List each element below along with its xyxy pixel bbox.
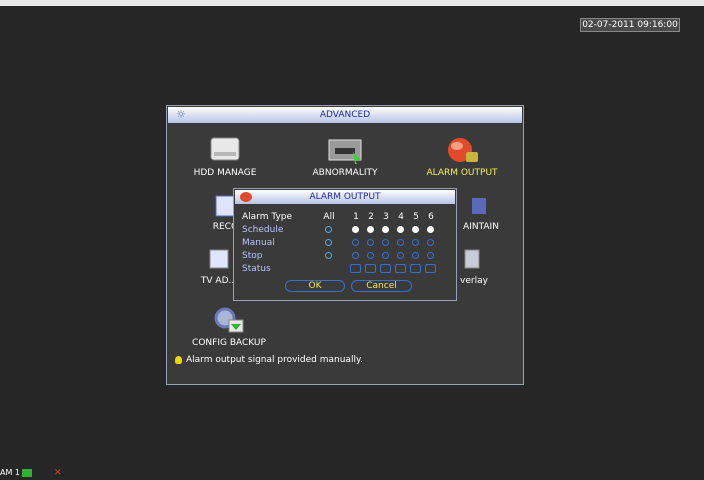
- stop-ch6-radio[interactable]: [427, 252, 434, 259]
- alarm-output-title: ALARM OUTPUT: [309, 192, 381, 202]
- alarm-output-item[interactable]: ALARM OUTPUT: [412, 134, 512, 178]
- status-ch6-indicator: [425, 264, 436, 273]
- hdd-manage-item[interactable]: HDD MANAGE: [185, 134, 265, 178]
- maintain-icon: [472, 198, 486, 214]
- schedule-ch5-radio[interactable]: [412, 226, 419, 233]
- datetime-display: 02-07-2011 09:16:00: [580, 18, 680, 32]
- alarm-status-icon: ✕: [54, 468, 62, 478]
- bulb-icon: [175, 355, 182, 364]
- ok-button[interactable]: OK: [285, 280, 345, 292]
- column-all-header: All: [323, 212, 335, 222]
- schedule-ch4-radio[interactable]: [397, 226, 404, 233]
- advanced-title: ADVANCED: [319, 110, 371, 120]
- top-border: [0, 0, 704, 6]
- status-ch4-indicator: [395, 264, 406, 273]
- stop-ch1-radio[interactable]: [352, 252, 359, 259]
- status-label: Status: [242, 264, 271, 274]
- schedule-ch2-radio[interactable]: [367, 226, 374, 233]
- schedule-ch1-radio[interactable]: [352, 226, 359, 233]
- status-ch5-indicator: [410, 264, 421, 273]
- status-ch3-indicator: [380, 264, 391, 273]
- menu-logo-icon: ☼: [176, 108, 186, 121]
- manual-all-radio[interactable]: [325, 239, 332, 246]
- manual-ch2-radio[interactable]: [367, 239, 374, 246]
- alarm-type-label: Alarm Type: [242, 212, 293, 222]
- channel-label: AM 1: [0, 468, 21, 477]
- config-backup-item[interactable]: CONFIG BACKUP: [181, 304, 277, 348]
- manual-ch1-radio[interactable]: [352, 239, 359, 246]
- abnormality-item[interactable]: ABNORMALITY: [300, 134, 390, 178]
- schedule-ch3-radio[interactable]: [382, 226, 389, 233]
- status-ch2-indicator: [365, 264, 376, 273]
- manual-label: Manual: [242, 238, 275, 248]
- column-6-header: 6: [428, 212, 434, 222]
- channel-status: AM 1: [0, 468, 33, 477]
- alarm-output-title-bar: ALARM OUTPUT: [235, 190, 455, 204]
- column-5-header: 5: [413, 212, 419, 222]
- manual-ch3-radio[interactable]: [382, 239, 389, 246]
- status-ch1-indicator: [350, 264, 361, 273]
- column-2-header: 2: [368, 212, 374, 222]
- column-3-header: 3: [383, 212, 389, 222]
- schedule-all-radio[interactable]: [325, 226, 332, 233]
- alarm-icon: [240, 192, 252, 202]
- tv-adjust-icon: [209, 249, 229, 269]
- abnormality-icon: [328, 139, 362, 164]
- maintain-item[interactable]: AINTAIN: [455, 194, 507, 232]
- overlay-item[interactable]: verlay: [453, 248, 495, 286]
- stop-ch3-radio[interactable]: [382, 252, 389, 259]
- alarm-output-dialog: ALARM OUTPUT Alarm Type Schedule Manual …: [233, 188, 457, 301]
- manual-ch5-radio[interactable]: [412, 239, 419, 246]
- stop-ch4-radio[interactable]: [397, 252, 404, 259]
- column-1-header: 1: [353, 212, 359, 222]
- stop-ch5-radio[interactable]: [412, 252, 419, 259]
- advanced-title-bar: ☼ ADVANCED: [168, 107, 522, 123]
- stop-label: Stop: [242, 251, 263, 261]
- record-status-icon: [22, 468, 33, 477]
- cancel-button[interactable]: Cancel: [351, 280, 412, 292]
- manual-ch4-radio[interactable]: [397, 239, 404, 246]
- config-backup-icon: [214, 307, 244, 333]
- stop-all-radio[interactable]: [325, 252, 332, 259]
- stop-ch2-radio[interactable]: [367, 252, 374, 259]
- manual-ch6-radio[interactable]: [427, 239, 434, 246]
- column-4-header: 4: [398, 212, 404, 222]
- hint-text: Alarm output signal provided manually.: [175, 355, 363, 365]
- hdd-icon: [210, 137, 240, 161]
- schedule-ch6-radio[interactable]: [427, 226, 434, 233]
- schedule-label: Schedule: [242, 225, 284, 235]
- overlay-icon: [464, 249, 480, 269]
- alarm-output-icon: [448, 138, 478, 162]
